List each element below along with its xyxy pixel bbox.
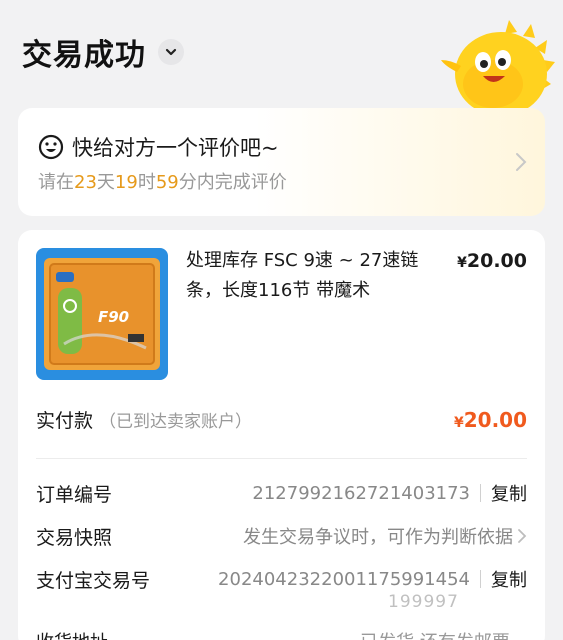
countdown-prefix: 请在: [38, 172, 74, 193]
price-currency: ¥: [457, 255, 467, 271]
alipay-trade-label: 支付宝交易号: [36, 569, 151, 592]
product-title[interactable]: 处理库存 FSC 9速 ~ 27速链条，长度116节 带魔术: [186, 246, 448, 306]
payment-amount: ¥20.00: [454, 408, 527, 432]
shipping-value: 已发货 还有发邮票...: [360, 628, 527, 640]
product-price: ¥20.00: [457, 250, 527, 272]
snapshot-label: 交易快照: [36, 526, 113, 549]
payment-row: 实付款 （已到达卖家账户） ¥20.00: [36, 406, 527, 433]
separator: [480, 570, 481, 588]
order-number-row: 订单编号 2127992162721403173 复制: [36, 478, 527, 508]
price-value: 20.00: [466, 250, 527, 272]
copy-alipay-trade-button[interactable]: 复制: [491, 566, 527, 592]
watermark: 199997: [388, 592, 459, 612]
snapshot-hint: 发生交易争议时，可作为判断依据: [243, 527, 513, 548]
order-card: F90 处理库存 FSC 9速 ~ 27速链条，长度116节 带魔术 ¥20.0…: [18, 230, 545, 640]
mascot-icon: [441, 20, 555, 114]
product-thumbnail[interactable]: F90: [36, 248, 168, 380]
chevron-right-icon: [518, 529, 527, 543]
product-thumb-label: F90: [98, 308, 130, 326]
order-number-value: 2127992162721403173: [252, 482, 470, 504]
payment-note: （已到达卖家账户）: [99, 412, 253, 432]
countdown-hours-unit: 时: [137, 172, 156, 193]
shipping-address-row-partial: 收货地址 已发货 还有发邮票...: [36, 628, 527, 640]
review-title: 快给对方一个评价吧~: [72, 136, 279, 160]
review-prompt-card[interactable]: 快给对方一个评价吧~ 请在23天19时59分内完成评价: [18, 108, 545, 216]
page-header: 交易成功: [22, 30, 184, 74]
chevron-right-icon: [516, 153, 527, 171]
alipay-trade-row: 支付宝交易号 2024042322001175991454 复制: [36, 564, 527, 594]
copy-order-number-button[interactable]: 复制: [491, 480, 527, 506]
countdown-days: 23: [74, 172, 97, 193]
countdown-minutes-unit: 分内完成评价: [178, 172, 287, 193]
page-title: 交易成功: [22, 38, 146, 73]
countdown-hours: 19: [114, 172, 138, 193]
snapshot-row[interactable]: 交易快照 发生交易争议时，可作为判断依据: [36, 521, 527, 551]
title-dropdown-button[interactable]: [158, 39, 184, 65]
payment-currency: ¥: [453, 414, 464, 431]
countdown-minutes: 59: [155, 172, 179, 193]
payment-label: 实付款: [36, 410, 94, 432]
smiley-icon: [38, 134, 64, 160]
separator: [480, 484, 481, 502]
order-number-label: 订单编号: [36, 483, 113, 506]
countdown-days-unit: 天: [96, 172, 115, 193]
review-countdown: 请在23天19时59分内完成评价: [38, 168, 287, 194]
payment-amount-value: 20.00: [463, 407, 527, 432]
divider: [36, 458, 527, 459]
alipay-trade-value: 2024042322001175991454: [218, 568, 470, 590]
chevron-down-icon: [165, 48, 177, 56]
shipping-label: 收货地址: [36, 628, 108, 640]
